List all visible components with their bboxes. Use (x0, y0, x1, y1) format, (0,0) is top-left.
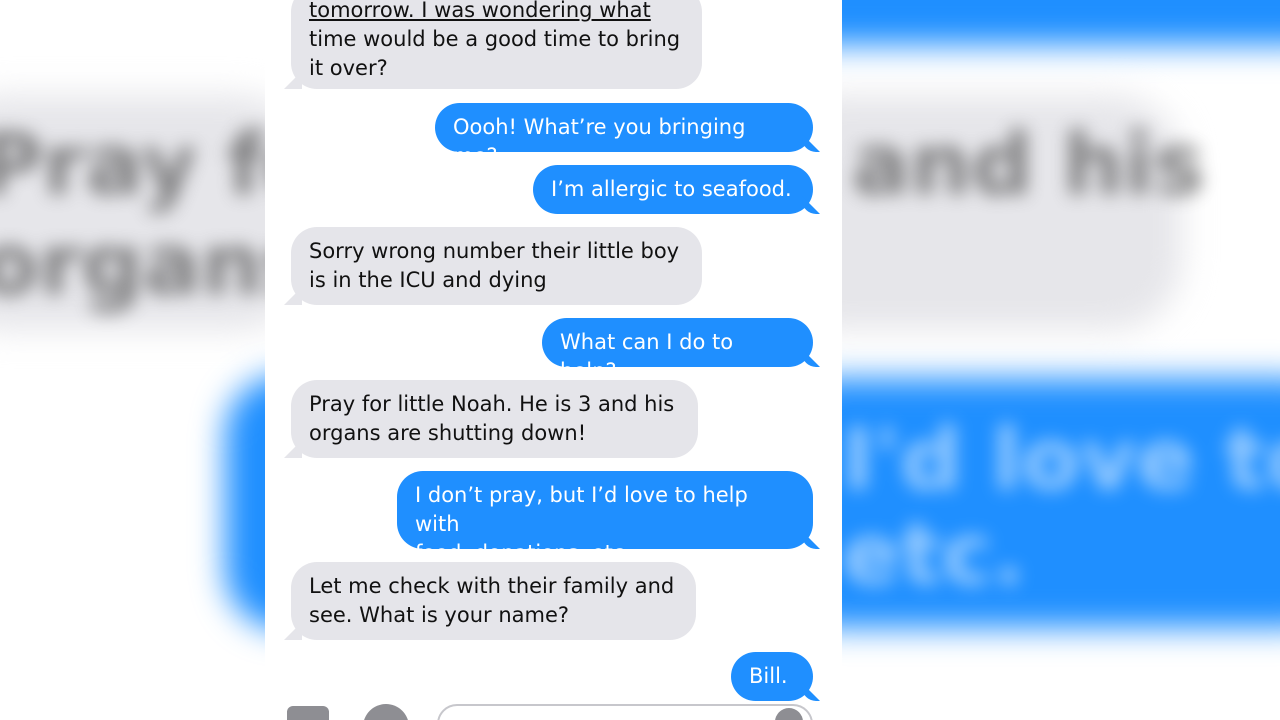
app-store-icon[interactable] (363, 704, 409, 720)
message-line: it over? (309, 56, 388, 80)
message-sent: What can I do to help? (542, 318, 813, 383)
message-line: organs are shutting down! (309, 421, 587, 445)
message-line: tomorrow. I was wondering what (309, 0, 651, 22)
message-line: Sorry wrong number their little boy (309, 239, 680, 263)
blurred-text-right-3: etc. (842, 505, 1026, 605)
message-line: Bill. (749, 664, 788, 688)
messages-screen: tomorrow. I was wondering what time woul… (265, 0, 842, 720)
message-sent: I don’t pray, but I’d love to help with … (397, 471, 813, 565)
blurred-sent-bubble-top (842, 0, 1280, 45)
message-line: I’m allergic to seafood. (551, 177, 792, 201)
message-sent: I’m allergic to seafood. (533, 165, 813, 214)
message-input[interactable] (437, 704, 813, 720)
message-line: What can I do to help? (560, 330, 734, 383)
message-sent: Oooh! What’re you bringing me? (435, 103, 813, 168)
compose-bar (265, 690, 842, 720)
message-line: I don’t pray, but I’d love to help with (415, 483, 748, 536)
message-received: tomorrow. I was wondering what time woul… (291, 0, 702, 89)
message-line: is in the ICU and dying (309, 268, 547, 292)
message-line: Oooh! What’re you bringing me? (453, 115, 746, 168)
message-thread: tomorrow. I was wondering what time woul… (265, 0, 842, 720)
message-line: Let me check with their family and (309, 574, 675, 598)
message-received: Let me check with their family and see. … (291, 562, 696, 640)
camera-icon[interactable] (287, 706, 329, 720)
message-line: Pray for little Noah. He is 3 and his (309, 392, 675, 416)
blurred-background-left: Pray for li organs ar (0, 0, 265, 720)
message-received: Pray for little Noah. He is 3 and his or… (291, 380, 698, 458)
blurred-text-left-1: Pray for li (0, 115, 265, 215)
blurred-text-right-2: I'd love to help (842, 410, 1280, 510)
blurred-text-right-1: and his (852, 115, 1205, 215)
message-line: see. What is your name? (309, 603, 570, 627)
blurred-sent-bubble (225, 375, 265, 630)
blurred-text-left-2: organs ar (0, 215, 265, 315)
blurred-background-right: and his I'd love to help etc. (842, 0, 1280, 720)
message-line: time would be a good time to bring (309, 27, 681, 51)
message-received: Sorry wrong number their little boy is i… (291, 227, 702, 305)
